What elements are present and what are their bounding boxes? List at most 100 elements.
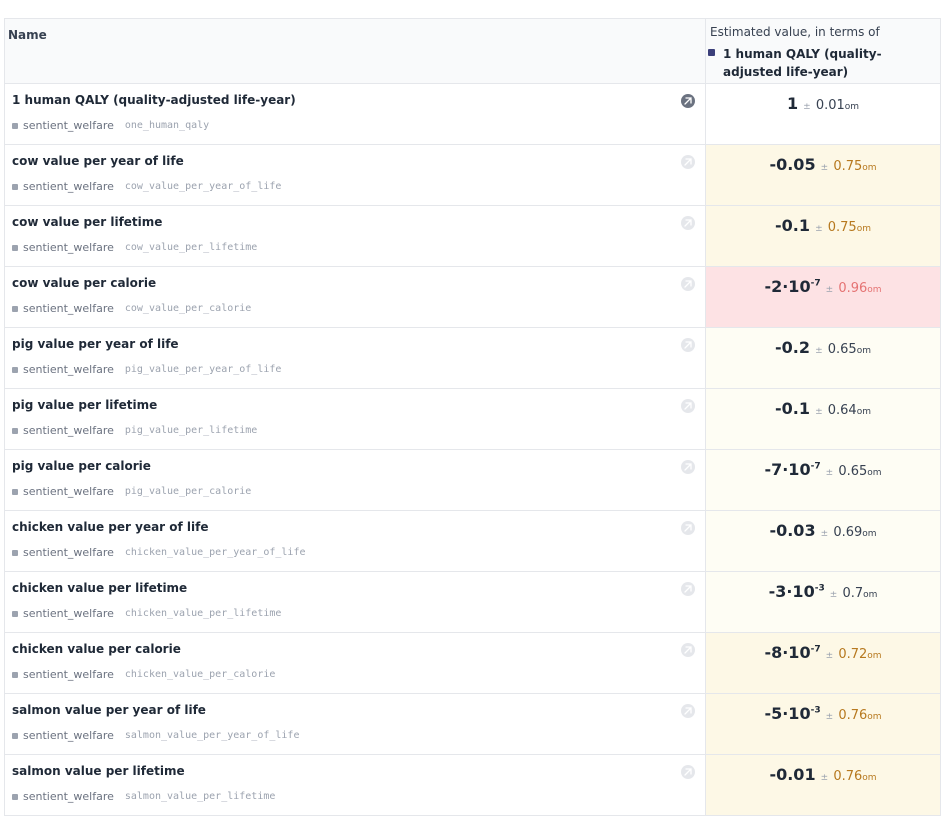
item-name[interactable]: chicken value per year of life <box>12 520 705 534</box>
module-name: sentient_welfare <box>23 424 114 437</box>
set-reference-icon[interactable] <box>681 399 695 413</box>
uncertainty-unit: om <box>867 468 882 478</box>
module-color-swatch <box>12 793 18 800</box>
set-reference-icon[interactable] <box>681 765 695 779</box>
uncertainty-value: 0.76 <box>833 769 863 784</box>
item-meta: sentient_welfare cow_value_per_year_of_l… <box>12 180 705 193</box>
uncertainty-value: 0.75 <box>833 159 863 174</box>
table-row[interactable]: 1 human QALY (quality-adjusted life-year… <box>4 83 941 145</box>
module-name: sentient_welfare <box>23 668 114 681</box>
set-reference-icon[interactable] <box>681 338 695 352</box>
table-row[interactable]: salmon value per lifetime sentient_welfa… <box>4 754 941 816</box>
item-name[interactable]: salmon value per lifetime <box>12 764 705 778</box>
table-row[interactable]: chicken value per lifetime sentient_welf… <box>4 571 941 633</box>
variable-name: one_human_qaly <box>124 120 210 131</box>
estimate-value: -5·10-3 <box>764 704 821 723</box>
item-name[interactable]: chicken value per lifetime <box>12 581 705 595</box>
module-color-swatch <box>12 549 18 556</box>
table-row[interactable]: cow value per year of life sentient_welf… <box>4 144 941 206</box>
variable-name: cow_value_per_calorie <box>124 303 252 314</box>
uncertainty-unit: om <box>856 224 871 234</box>
variable-name: pig_value_per_year_of_life <box>124 364 282 375</box>
plus-minus-sign: ± <box>820 163 829 173</box>
name-cell[interactable]: 1 human QALY (quality-adjusted life-year… <box>4 83 706 145</box>
item-meta: sentient_welfare chicken_value_per_calor… <box>12 668 705 681</box>
item-name[interactable]: pig value per calorie <box>12 459 705 473</box>
set-reference-icon[interactable] <box>681 216 695 230</box>
variable-name: chicken_value_per_calorie <box>124 669 276 680</box>
set-reference-icon[interactable] <box>681 155 695 169</box>
value-cell: -0.2 ± 0.65om <box>705 327 941 389</box>
item-meta: sentient_welfare cow_value_per_lifetime <box>12 241 705 254</box>
module-color-swatch <box>12 671 18 678</box>
item-meta: sentient_welfare salmon_value_per_lifeti… <box>12 790 705 803</box>
set-reference-icon[interactable] <box>681 521 695 535</box>
module-color-swatch <box>12 610 18 617</box>
plus-minus-sign: ± <box>815 346 823 356</box>
module-color-swatch <box>12 122 18 129</box>
table-row[interactable]: chicken value per calorie sentient_welfa… <box>4 632 941 694</box>
uncertainty-value: 0.64 <box>827 403 857 418</box>
estimate-exponent: -7 <box>810 278 821 289</box>
estimate-value: -0.05 <box>769 155 816 174</box>
value-cell: -2·10-7 ± 0.96om <box>705 266 941 328</box>
name-cell[interactable]: pig value per year of life sentient_welf… <box>4 327 706 389</box>
uncertainty-unit: om <box>862 529 877 539</box>
module-name: sentient_welfare <box>23 180 114 193</box>
module-name: sentient_welfare <box>23 241 114 254</box>
estimate-value: -8·10-7 <box>764 643 821 662</box>
name-header-label: Name <box>8 28 47 42</box>
name-cell[interactable]: cow value per calorie sentient_welfare c… <box>4 266 706 328</box>
item-name[interactable]: cow value per year of life <box>12 154 705 168</box>
name-cell[interactable]: pig value per calorie sentient_welfare p… <box>4 449 706 511</box>
item-name[interactable]: 1 human QALY (quality-adjusted life-year… <box>12 93 705 107</box>
plus-minus-sign: ± <box>825 468 834 478</box>
set-reference-icon[interactable] <box>681 94 695 108</box>
table-row[interactable]: pig value per calorie sentient_welfare p… <box>4 449 941 511</box>
item-meta: sentient_welfare pig_value_per_lifetime <box>12 424 705 437</box>
name-cell[interactable]: cow value per year of life sentient_welf… <box>4 144 706 206</box>
name-cell[interactable]: salmon value per year of life sentient_w… <box>4 693 706 755</box>
uncertainty-value: 0.7 <box>842 586 864 601</box>
item-name[interactable]: cow value per calorie <box>12 276 705 290</box>
variable-name: chicken_value_per_year_of_life <box>124 547 306 558</box>
set-reference-icon[interactable] <box>681 277 695 291</box>
set-reference-icon[interactable] <box>681 704 695 718</box>
table-row[interactable]: chicken value per year of life sentient_… <box>4 510 941 572</box>
plus-minus-sign: ± <box>820 529 829 539</box>
uncertainty-unit: om <box>862 163 877 173</box>
table-row[interactable]: cow value per calorie sentient_welfare c… <box>4 266 941 328</box>
name-cell[interactable]: chicken value per lifetime sentient_welf… <box>4 571 706 633</box>
item-meta: sentient_welfare pig_value_per_year_of_l… <box>12 363 705 376</box>
item-name[interactable]: pig value per lifetime <box>12 398 705 412</box>
table-row[interactable]: cow value per lifetime sentient_welfare … <box>4 205 941 267</box>
set-reference-icon[interactable] <box>681 582 695 596</box>
item-name[interactable]: salmon value per year of life <box>12 703 705 717</box>
name-cell[interactable]: chicken value per year of life sentient_… <box>4 510 706 572</box>
item-meta: sentient_welfare one_human_qaly <box>12 119 705 132</box>
item-name[interactable]: pig value per year of life <box>12 337 705 351</box>
item-meta: sentient_welfare cow_value_per_calorie <box>12 302 705 315</box>
name-cell[interactable]: chicken value per calorie sentient_welfa… <box>4 632 706 694</box>
item-name[interactable]: cow value per lifetime <box>12 215 705 229</box>
table-row[interactable]: pig value per year of life sentient_welf… <box>4 327 941 389</box>
name-cell[interactable]: pig value per lifetime sentient_welfare … <box>4 388 706 450</box>
estimate-value: -3·10-3 <box>768 582 825 601</box>
uncertainty-value: 0.65 <box>838 464 868 479</box>
name-cell[interactable]: salmon value per lifetime sentient_welfa… <box>4 754 706 816</box>
set-reference-icon[interactable] <box>681 643 695 657</box>
table-row[interactable]: pig value per lifetime sentient_welfare … <box>4 388 941 450</box>
variable-name: salmon_value_per_year_of_life <box>124 730 300 741</box>
table-row[interactable]: salmon value per year of life sentient_w… <box>4 693 941 755</box>
item-name[interactable]: chicken value per calorie <box>12 642 705 656</box>
name-cell[interactable]: cow value per lifetime sentient_welfare … <box>4 205 706 267</box>
value-cell: -7·10-7 ± 0.65om <box>705 449 941 511</box>
value-cell: -0.1 ± 0.75om <box>705 205 941 267</box>
reference-item: 1 human QALY (quality-adjusted life-year… <box>706 45 940 81</box>
module-name: sentient_welfare <box>23 302 114 315</box>
plus-minus-sign: ± <box>815 407 823 417</box>
estimate-value: -0.01 <box>769 765 816 784</box>
uncertainty-unit: om <box>867 285 882 295</box>
variable-name: pig_value_per_calorie <box>124 486 252 497</box>
set-reference-icon[interactable] <box>681 460 695 474</box>
